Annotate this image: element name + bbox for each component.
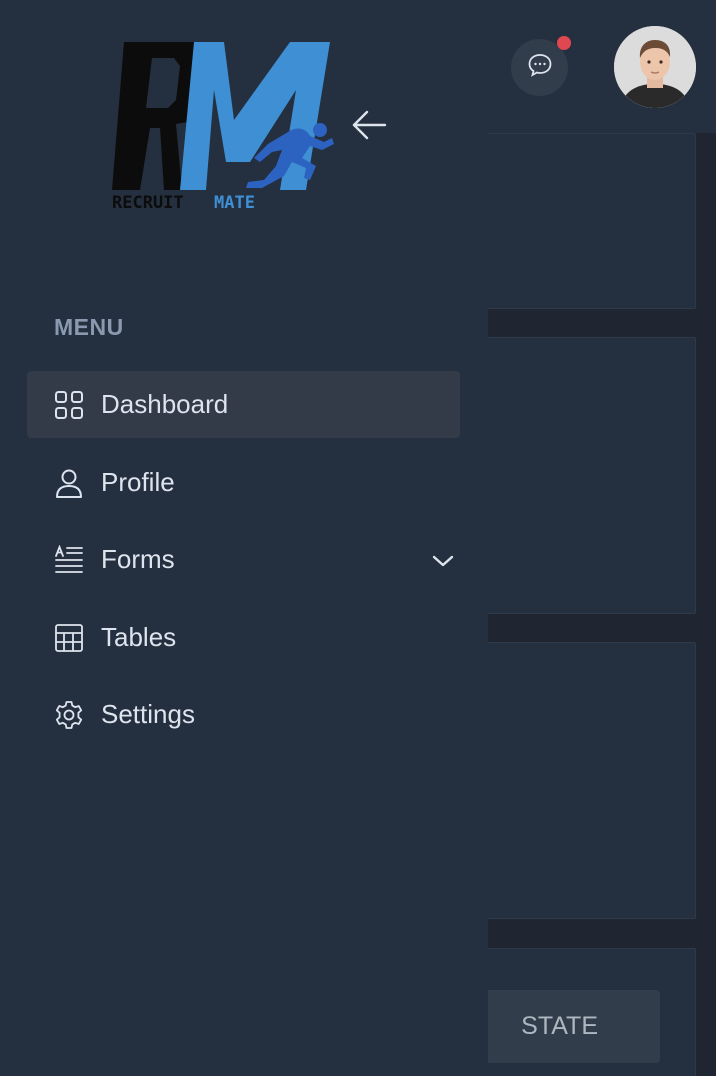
recruitmate-logo[interactable]: RECRUIT MATE [110,42,336,214]
sidebar-item-label: Settings [101,699,195,729]
sidebar-item-dashboard[interactable]: Dashboard [27,371,460,438]
form-icon [54,544,84,575]
arrow-left-icon [350,110,388,146]
sidebar-item-profile[interactable]: Profile [27,449,460,516]
sidebar-item-forms[interactable]: Forms [27,526,460,593]
user-avatar[interactable] [614,26,696,108]
sidebar-item-tables[interactable]: Tables [27,604,460,671]
logo-wordmark-mate: MATE [214,193,255,213]
user-icon [54,468,84,498]
page: STATE RECRUIT MATE MENU Dashboard Profil… [0,0,716,1076]
logo-wordmark-recruit: RECRUIT [112,193,184,213]
sidebar-item-label: Profile [101,467,175,497]
chevron-down-icon[interactable] [430,548,456,570]
collapse-sidebar-button[interactable] [350,108,388,142]
menu-section-title: MENU [54,314,124,340]
chat-bubble-icon [526,51,554,84]
table-icon [54,623,84,653]
grid-icon [54,390,84,420]
sidebar-item-label: Tables [101,622,177,652]
sidebar: RECRUIT MATE MENU Dashboard Profile Form… [0,0,488,1076]
notification-dot [557,36,571,50]
state-button-label: STATE [521,1012,598,1040]
sidebar-item-settings[interactable]: Settings [27,681,460,748]
sidebar-item-label: Dashboard [101,389,229,419]
gear-icon [54,700,84,730]
sidebar-item-label: Forms [101,544,175,574]
state-button[interactable]: STATE [468,990,660,1063]
